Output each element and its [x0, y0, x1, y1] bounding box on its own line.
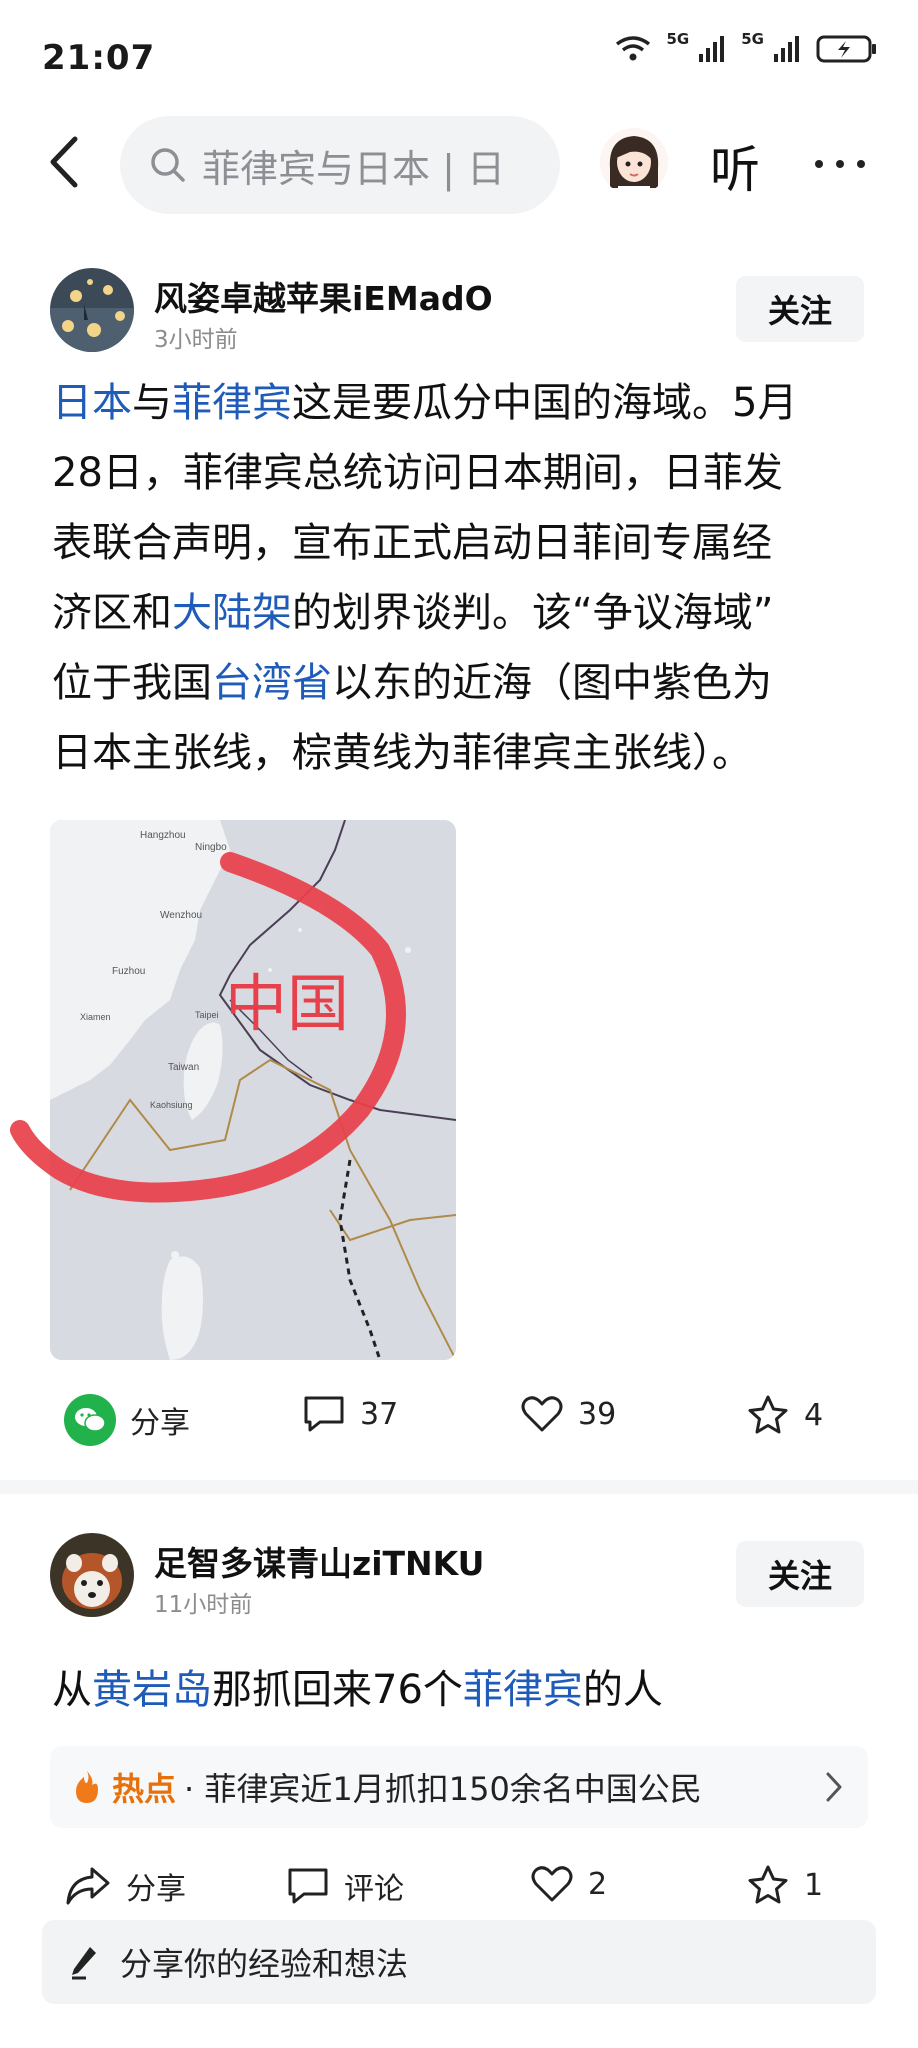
share-arrow-icon	[66, 1867, 110, 1905]
comment-label: 评论	[344, 1872, 404, 1907]
search-icon	[151, 148, 185, 182]
post-card: 风姿卓越苹果iEMadO 3小时前 关注 日本与菲律宾这是要瓜分中国的海域。5月…	[0, 240, 918, 776]
post-card: 足智多谋青山ziTNKU 11小时前 关注 从黄岩岛那抓回来76个菲律宾的人	[0, 1505, 918, 1713]
assistant-avatar[interactable]	[600, 128, 668, 196]
chevron-left-icon	[50, 136, 78, 188]
author-row: 足智多谋青山ziTNKU 11小时前 关注	[0, 1505, 918, 1625]
more-button[interactable]	[810, 134, 870, 194]
comment-button[interactable]: 评论	[286, 1864, 404, 1908]
comment-input[interactable]: 分享你的经验和想法	[42, 1920, 876, 2004]
heart-icon	[521, 1396, 563, 1432]
signal-icon	[699, 36, 725, 62]
comment-count: 37	[360, 1396, 399, 1432]
author-avatar-image	[50, 1533, 134, 1617]
post-line: 日本与菲律宾这是要瓜分中国的海域。5月	[52, 368, 872, 438]
post-text-segment: 从	[52, 1667, 92, 1713]
search-text: 菲律宾与日本 | 日	[202, 146, 505, 191]
map-red-arc	[10, 852, 406, 1203]
hot-topic-link[interactable]: 热点 · 菲律宾近1月抓扣150余名中国公民	[50, 1746, 868, 1828]
favorite-count: 4	[804, 1397, 824, 1433]
status-bar: 21:07 5G 5G	[0, 0, 918, 110]
share-button[interactable]: 分享	[64, 1864, 186, 1908]
comment-icon	[304, 1396, 344, 1432]
link-huangyan-island[interactable]: 黄岩岛	[92, 1667, 212, 1713]
author-row: 风姿卓越苹果iEMadO 3小时前 关注	[0, 240, 918, 360]
link-philippines[interactable]: 菲律宾	[172, 380, 292, 426]
chevron-right-icon	[826, 1772, 842, 1802]
comment-button[interactable]: 37	[302, 1394, 398, 1434]
link-philippines[interactable]: 菲律宾	[463, 1667, 583, 1713]
pen-icon	[72, 1947, 96, 1980]
comment-icon	[288, 1868, 328, 1904]
post-action-bar: 分享 37 39 4	[0, 1372, 918, 1462]
author-avatar-image	[50, 268, 134, 352]
link-taiwan-province[interactable]: 台湾省	[212, 660, 332, 706]
signal-icon-2	[774, 36, 799, 62]
author-name[interactable]: 风姿卓越苹果iEMadO	[154, 272, 493, 320]
status-icons: 5G 5G	[613, 30, 879, 64]
battery-icon	[816, 35, 876, 63]
post-body: 从黄岩岛那抓回来76个菲律宾的人	[52, 1655, 872, 1725]
back-button[interactable]	[34, 132, 94, 192]
like-count: 2	[588, 1866, 608, 1902]
share-label: 分享	[130, 1406, 190, 1441]
post-line: 28日，菲律宾总统访问日本期间，日菲发	[52, 450, 783, 496]
share-button[interactable]: 分享	[64, 1394, 190, 1446]
post-line: 位于我国台湾省以东的近海（图中紫色为	[52, 648, 872, 718]
wifi-icon	[615, 36, 650, 61]
network-label-2: 5G	[741, 30, 764, 48]
wechat-icon	[64, 1394, 116, 1446]
author-name[interactable]: 足智多谋青山ziTNKU	[154, 1537, 484, 1585]
status-time: 21:07	[42, 38, 156, 78]
share-label: 分享	[126, 1872, 186, 1907]
post-text-segment: 这是要瓜分中国的海域。5月	[292, 380, 798, 426]
post-text-segment: 以东的近海（图中紫色为	[332, 660, 772, 706]
flame-icon	[76, 1771, 98, 1803]
hot-label: 热点	[112, 1770, 177, 1808]
favorite-count: 1	[804, 1867, 824, 1903]
post-text-segment: 与	[132, 380, 172, 426]
post-line: 表联合声明，宣布正式启动日菲间专属经	[52, 520, 772, 566]
author-avatar[interactable]	[50, 268, 134, 352]
link-japan[interactable]: 日本	[52, 380, 132, 426]
post-time: 11小时前	[154, 1592, 253, 1618]
comment-placeholder: 分享你的经验和想法	[120, 1945, 409, 1983]
author-avatar[interactable]	[50, 1533, 134, 1617]
post-text-segment: 济区和	[52, 590, 172, 636]
top-bar: 菲律宾与日本 | 日 听	[0, 110, 918, 220]
star-icon	[748, 1395, 788, 1434]
hot-text: · 菲律宾近1月抓扣150余名中国公民	[184, 1770, 702, 1808]
heart-icon	[531, 1866, 573, 1902]
star-icon	[748, 1865, 788, 1904]
post-text-segment: 那抓回来76个	[212, 1667, 463, 1713]
like-count: 39	[578, 1396, 617, 1432]
post-action-bar: 分享 评论 2 1	[0, 1842, 918, 1932]
follow-button[interactable]: 关注	[736, 1541, 864, 1607]
favorite-button[interactable]: 1	[746, 1864, 823, 1906]
post-time: 3小时前	[154, 327, 238, 353]
post-body: 日本与菲律宾这是要瓜分中国的海域。5月 28日，菲律宾总统访问日本期间，日菲发 …	[52, 368, 872, 788]
link-continental-shelf[interactable]: 大陆架	[172, 590, 292, 636]
like-button[interactable]: 39	[520, 1394, 616, 1434]
post-line: 济区和大陆架的划界谈判。该“争议海域”	[52, 578, 872, 648]
network-label-1: 5G	[666, 30, 690, 48]
post-text-segment: 的人	[582, 1667, 663, 1713]
more-icon	[815, 160, 865, 168]
post-divider	[0, 1480, 918, 1494]
follow-button[interactable]: 关注	[736, 276, 864, 342]
favorite-button[interactable]: 4	[746, 1394, 823, 1436]
like-button[interactable]: 2	[530, 1864, 607, 1904]
listen-button[interactable]: 听	[710, 130, 760, 202]
assistant-avatar-image	[600, 128, 668, 196]
post-text-segment: 位于我国	[52, 660, 212, 706]
search-box[interactable]: 菲律宾与日本 | 日	[120, 116, 560, 214]
post-text-segment: 的划界谈判。该“争议海域”	[292, 590, 774, 636]
post-line: 日本主张线，棕黄线为菲律宾主张线）。	[52, 730, 752, 776]
